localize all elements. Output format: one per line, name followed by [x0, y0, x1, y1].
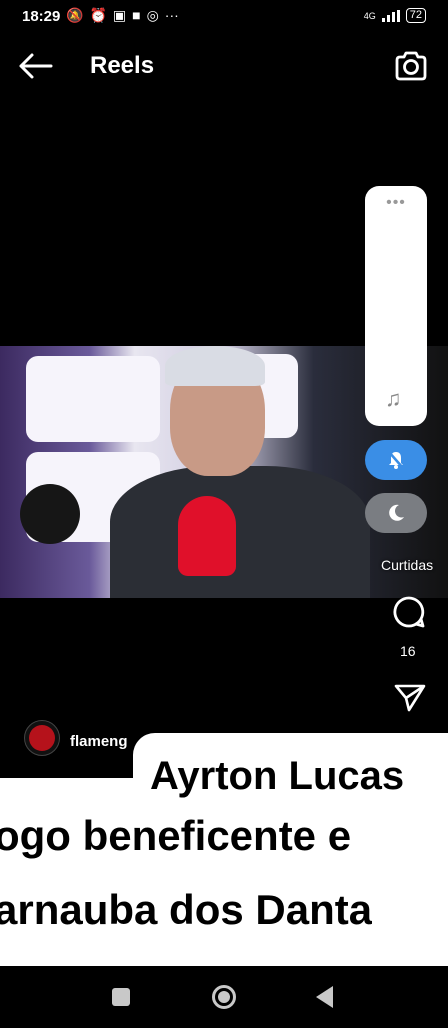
floating-panel[interactable]: ••• ♫ [365, 186, 427, 426]
app-icon: ▣ [112, 7, 127, 23]
sponsor-banner [26, 356, 160, 442]
comment-count: 16 [400, 643, 416, 659]
mute-notification-icon: 🔕 [66, 7, 84, 23]
home-button[interactable] [212, 985, 236, 1009]
mute-bell-icon [388, 451, 404, 469]
caption-name: Ayrton Lucas [150, 754, 405, 798]
status-bar: 18:29 🔕 ⏰ ▣ ■ ◎ ··· 4G 72 [0, 0, 448, 34]
caption-line: arnauba dos Danta [0, 886, 373, 933]
music-note-icon[interactable]: ♫ [385, 386, 402, 412]
dark-mode-button[interactable] [365, 493, 427, 533]
status-right: 4G 72 [364, 8, 426, 23]
video-icon: ■ [132, 7, 141, 23]
back-arrow-icon[interactable] [18, 52, 54, 80]
back-button[interactable] [316, 986, 333, 1008]
club-crest-icon [29, 725, 55, 751]
navigation-bar [0, 966, 448, 1028]
microphone [20, 484, 80, 544]
mute-bell-button[interactable] [365, 440, 427, 480]
more-dots-icon[interactable]: ••• [365, 194, 427, 212]
signal-icon [381, 9, 400, 22]
battery-level: 72 [405, 8, 426, 23]
network-type: 4G [363, 10, 376, 21]
caption-line: ogo beneficente e [0, 812, 352, 859]
microphone-red [178, 496, 236, 576]
comment-icon[interactable] [392, 595, 426, 629]
avatar[interactable] [24, 720, 60, 756]
share-icon[interactable] [393, 683, 427, 713]
moon-icon [389, 504, 404, 521]
recents-button[interactable] [112, 988, 130, 1006]
likes-label[interactable]: Curtidas [381, 557, 433, 573]
more-icon: ··· [164, 7, 179, 23]
status-time: 18:29 [22, 8, 61, 25]
player-jersey [110, 466, 370, 598]
header: Reels [0, 34, 448, 98]
status-icons: 🔕 ⏰ ▣ ■ ◎ ··· [66, 7, 179, 24]
instagram-icon: ◎ [146, 7, 159, 23]
player-hair [165, 346, 265, 386]
camera-icon[interactable] [394, 50, 428, 82]
page-title: Reels [90, 52, 155, 79]
alarm-icon: ⏰ [89, 7, 107, 23]
